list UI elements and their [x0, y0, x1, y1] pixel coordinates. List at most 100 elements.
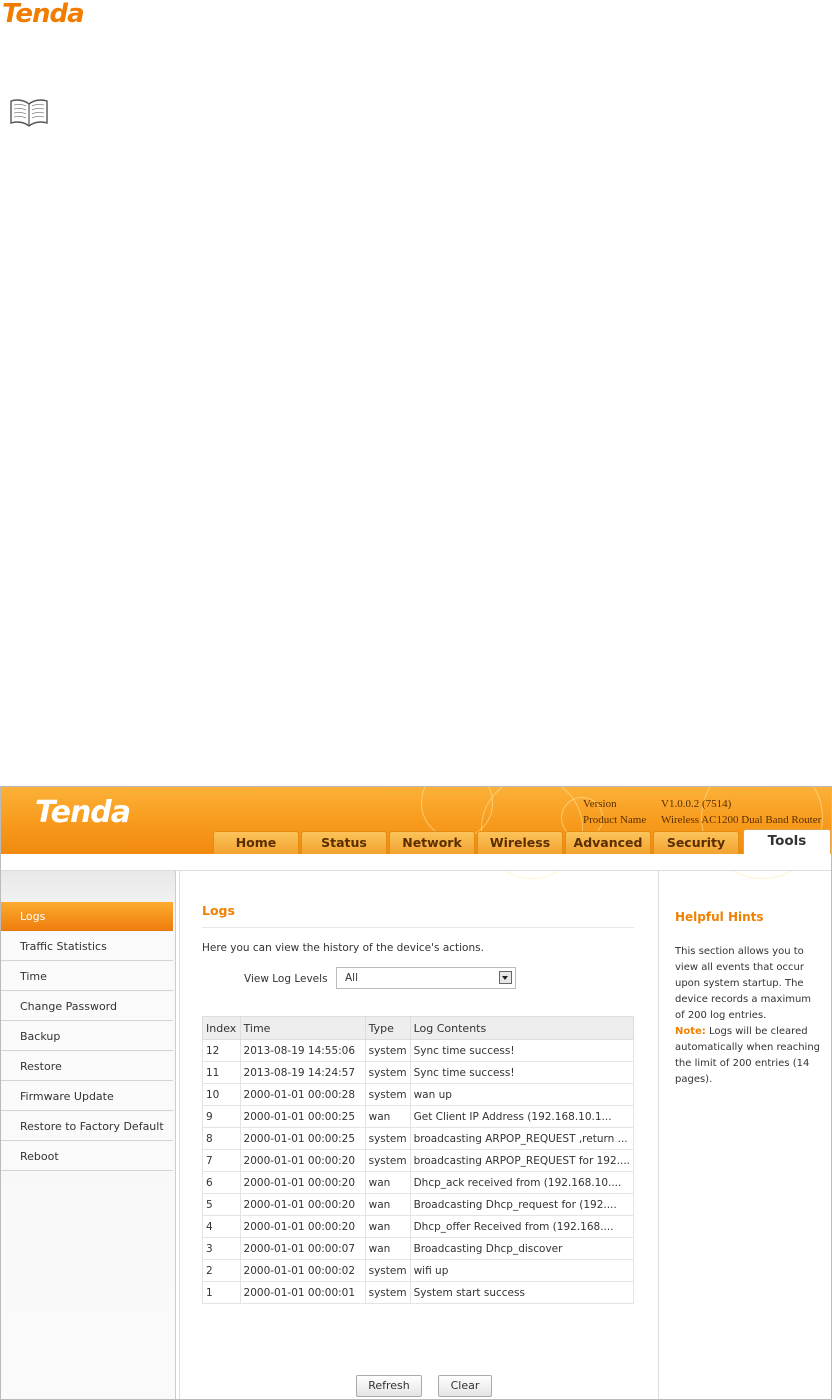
log-level-label: View Log Levels [244, 973, 328, 985]
column-header-log-contents: Log Contents [409, 1016, 635, 1040]
sidebar-item-logs[interactable]: Logs [1, 902, 173, 931]
table-row: 12 2013-08-19 14:55:06 system Sync time suc… [202, 1039, 635, 1062]
cell-log-contents: wan up [409, 1083, 635, 1106]
cell-index: 11 [202, 1061, 241, 1084]
cell-type: system [364, 1083, 411, 1106]
hints-text: This section allows you to view all even… [675, 946, 812, 1021]
cell-time: 2000-01-01 00:00:07 [239, 1237, 366, 1260]
cell-type: system [364, 1061, 411, 1084]
tab-home[interactable]: Home [213, 831, 299, 854]
table-row: 3 2000-01-01 00:00:07 wan Broadcasting Dhcp… [202, 1237, 635, 1260]
cell-index: 9 [202, 1105, 241, 1128]
table-row: 4 2000-01-01 00:00:20 wan Dhcp_offer Receiv… [202, 1215, 635, 1238]
cell-index: 7 [202, 1149, 241, 1172]
cell-log-contents: Dhcp_offer Received from (192.168.... [409, 1215, 635, 1238]
tab-network[interactable]: Network [389, 831, 475, 854]
router-admin-screenshot: Tenda Version V1.0.0.2 (7514) Product Na… [0, 786, 832, 1400]
table-row: 7 2000-01-01 00:00:20 system broadcasting A… [202, 1149, 635, 1172]
cell-time: 2000-01-01 00:00:25 [239, 1105, 366, 1128]
cell-type: wan [364, 1105, 411, 1128]
cell-time: 2000-01-01 00:00:20 [239, 1215, 366, 1238]
refresh-button[interactable]: Refresh [356, 1375, 422, 1397]
table-row: 9 2000-01-01 00:00:25 wan Get Client IP Add… [202, 1105, 635, 1128]
page-title: Logs [202, 903, 235, 918]
clear-button[interactable]: Clear [438, 1375, 492, 1397]
column-header-time: Time [239, 1016, 366, 1040]
sidebar-item-restore-factory-default[interactable]: Restore to Factory Default [1, 1112, 173, 1141]
version-value: V1.0.0.2 (7514) [661, 798, 732, 810]
cell-index: 3 [202, 1237, 241, 1260]
sidebar-item-firmware-update[interactable]: Firmware Update [1, 1082, 173, 1111]
tab-advanced[interactable]: Advanced [565, 831, 651, 854]
cell-index: 1 [202, 1281, 241, 1304]
tab-tools[interactable]: Tools [743, 829, 831, 855]
cell-log-contents: broadcasting ARPOP_REQUEST ,return ... [409, 1127, 635, 1150]
cell-log-contents: Sync time success! [409, 1039, 635, 1062]
cell-time: 2000-01-01 00:00:20 [239, 1193, 366, 1216]
cell-index: 4 [202, 1215, 241, 1238]
cell-index: 10 [202, 1083, 241, 1106]
cell-time: 2013-08-19 14:24:57 [239, 1061, 366, 1084]
page-description: Here you can view the history of the dev… [202, 942, 484, 954]
column-header-index: Index [202, 1016, 241, 1040]
product-value: Wireless AC1200 Dual Band Router [661, 814, 822, 826]
table-row: 11 2013-08-19 14:24:57 system Sync time suc… [202, 1061, 635, 1084]
cell-type: wan [364, 1171, 411, 1194]
cell-time: 2000-01-01 00:00:28 [239, 1083, 366, 1106]
log-table: Index Time Type Log Contents 12 2013-08-1… [202, 1016, 635, 1304]
product-label: Product Name [583, 814, 647, 826]
cell-index: 5 [202, 1193, 241, 1216]
cell-log-contents: Sync time success! [409, 1061, 635, 1084]
cell-time: 2000-01-01 00:00:02 [239, 1259, 366, 1282]
sidebar-item-restore[interactable]: Restore [1, 1052, 173, 1081]
cell-type: wan [364, 1193, 411, 1216]
tab-status[interactable]: Status [301, 831, 387, 854]
log-level-select[interactable]: All [336, 967, 516, 989]
table-header-row: Index Time Type Log Contents [202, 1016, 635, 1040]
column-header-type: Type [364, 1016, 411, 1040]
sidebar: Logs Traffic Statistics Time Change Pass… [1, 871, 176, 1399]
sidebar-item-change-password[interactable]: Change Password [1, 992, 173, 1021]
table-row: 2 2000-01-01 00:00:02 system wifi up [202, 1259, 635, 1282]
tab-wireless[interactable]: Wireless [477, 831, 563, 854]
helpful-hints-panel: Helpful Hints This section allows you to… [659, 871, 831, 1399]
cell-index: 6 [202, 1171, 241, 1194]
cell-index: 8 [202, 1127, 241, 1150]
chevron-down-icon[interactable] [499, 971, 512, 984]
cell-index: 12 [202, 1039, 241, 1062]
tab-security[interactable]: Security [653, 831, 739, 854]
sidebar-item-reboot[interactable]: Reboot [1, 1142, 173, 1171]
cell-type: system [364, 1039, 411, 1062]
tab-underline-bar [1, 854, 831, 871]
document-logo: Tenda [2, 0, 85, 29]
table-row: 1 2000-01-01 00:00:01 system System start s… [202, 1281, 635, 1304]
cell-type: wan [364, 1237, 411, 1260]
cell-time: 2000-01-01 00:00:01 [239, 1281, 366, 1304]
cell-log-contents: wifi up [409, 1259, 635, 1282]
book-icon [10, 99, 48, 127]
header-banner: Tenda Version V1.0.0.2 (7514) Product Na… [1, 787, 831, 879]
cell-type: system [364, 1281, 411, 1304]
sidebar-item-time[interactable]: Time [1, 962, 173, 991]
cell-time: 2000-01-01 00:00:20 [239, 1149, 366, 1172]
cell-log-contents: Broadcasting Dhcp_discover [409, 1237, 635, 1260]
cell-type: system [364, 1149, 411, 1172]
hints-title: Helpful Hints [675, 910, 764, 924]
hints-note-label: Note: [675, 1026, 706, 1037]
log-level-value: All [345, 972, 359, 984]
cell-type: wan [364, 1215, 411, 1238]
version-label: Version [583, 798, 617, 810]
cell-log-contents: broadcasting ARPOP_REQUEST for 192.... [409, 1149, 635, 1172]
table-row: 6 2000-01-01 00:00:20 wan Dhcp_ack received… [202, 1171, 635, 1194]
cell-log-contents: Broadcasting Dhcp_request for (192.... [409, 1193, 635, 1216]
cell-type: system [364, 1259, 411, 1282]
cell-time: 2000-01-01 00:00:20 [239, 1171, 366, 1194]
sidebar-item-backup[interactable]: Backup [1, 1022, 173, 1051]
cell-index: 2 [202, 1259, 241, 1282]
table-row: 10 2000-01-01 00:00:28 system wan up [202, 1083, 635, 1106]
main-content: Logs Here you can view the history of th… [179, 871, 659, 1399]
table-row: 5 2000-01-01 00:00:20 wan Broadcasting Dhcp… [202, 1193, 635, 1216]
cell-log-contents: Dhcp_ack received from (192.168.10.... [409, 1171, 635, 1194]
cell-time: 2013-08-19 14:55:06 [239, 1039, 366, 1062]
sidebar-item-traffic-statistics[interactable]: Traffic Statistics [1, 932, 173, 961]
